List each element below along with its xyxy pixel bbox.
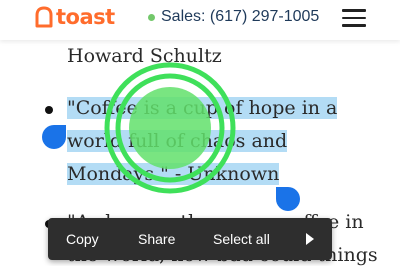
quote-attribution: Howard Schultz — [67, 45, 222, 67]
more-arrow-icon[interactable] — [306, 233, 314, 245]
logo-text: toast — [56, 5, 115, 29]
selection-end-handle[interactable] — [276, 187, 300, 211]
copy-button[interactable]: Copy — [66, 218, 99, 260]
site-header: toast Sales: (617) 297-1005 — [0, 0, 400, 40]
select-all-button[interactable]: Select all — [213, 218, 270, 260]
quote-line[interactable]: world full of chaos and — [67, 129, 288, 153]
toast-logo[interactable]: toast — [33, 4, 115, 30]
hamburger-menu-icon[interactable] — [342, 9, 366, 27]
selection-start-handle[interactable] — [42, 125, 66, 149]
toast-logo-icon — [35, 6, 53, 28]
quote-line[interactable]: Mondays." - Unknown — [67, 162, 280, 186]
selected-text[interactable]: world full of chaos and — [67, 130, 288, 152]
selected-text[interactable]: Mondays." - Unknown — [67, 163, 280, 185]
sales-phone-label: Sales: (617) 297-1005 — [161, 8, 320, 25]
list-bullet — [45, 106, 53, 114]
selected-text[interactable]: "Coffee is a cup of hope in a — [67, 97, 338, 119]
sales-phone-link[interactable]: Sales: (617) 297-1005 — [148, 6, 319, 28]
online-status-dot-icon — [148, 13, 155, 21]
text-selection-toolbar: Copy Share Select all — [48, 218, 332, 260]
quote-line[interactable]: "Coffee is a cup of hope in a — [67, 96, 338, 120]
share-button[interactable]: Share — [138, 218, 175, 260]
